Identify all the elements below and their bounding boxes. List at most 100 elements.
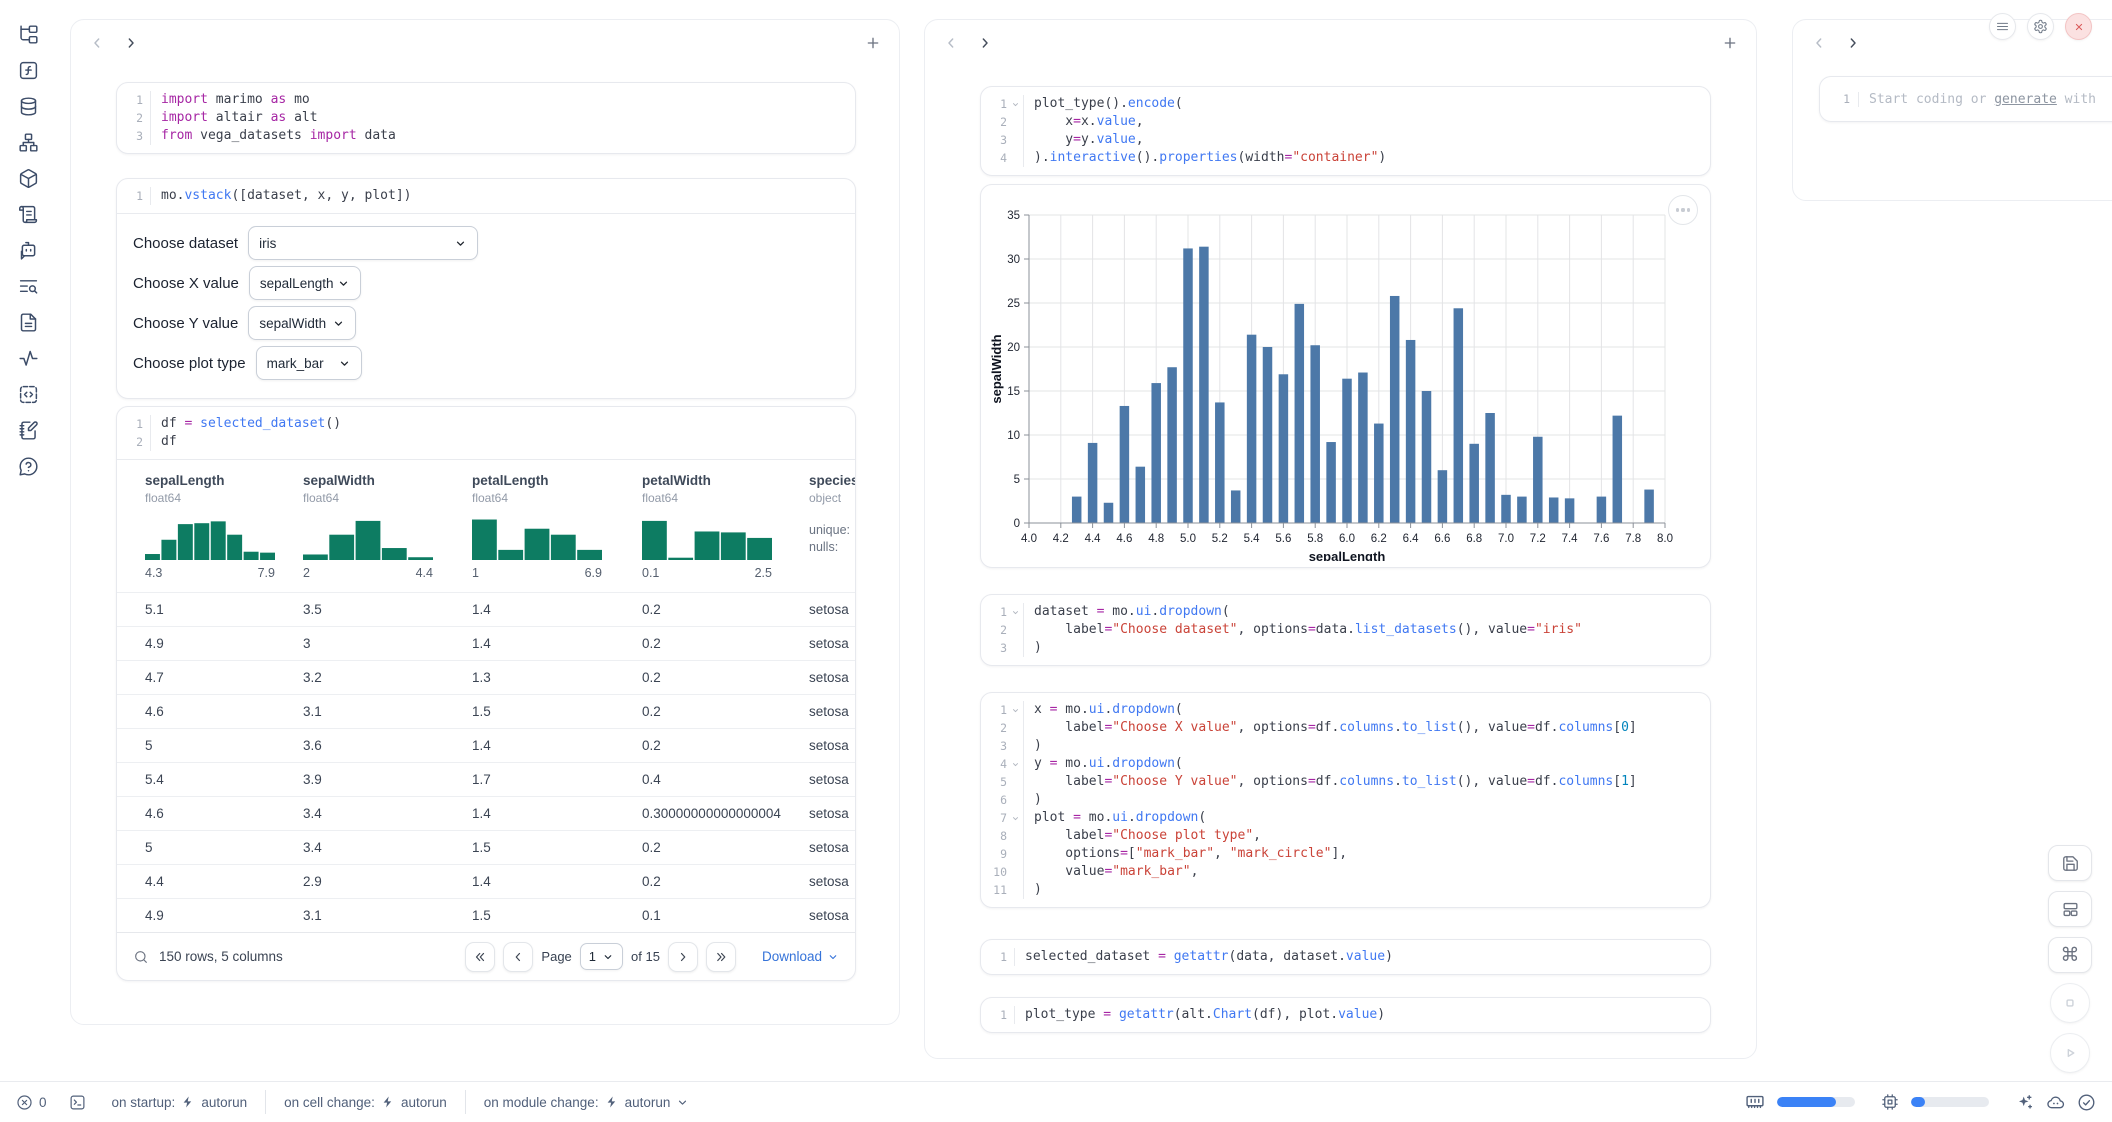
fold-toggle-icon[interactable] [1007, 701, 1023, 719]
generate-link[interactable]: generate [1994, 92, 2057, 107]
table-column-header[interactable]: sepalLengthfloat644.37.9 [145, 472, 303, 582]
fold-toggle-icon[interactable] [1007, 95, 1023, 113]
dependency-graph-icon [18, 132, 39, 153]
column-next-icon[interactable] [977, 35, 993, 51]
fold-toggle-icon[interactable] [1007, 809, 1023, 827]
menu-button[interactable] [1989, 13, 2016, 40]
stop-button[interactable] [2050, 983, 2090, 1023]
sparkles-button[interactable] [2015, 1093, 2034, 1112]
download-button[interactable]: Download [762, 949, 839, 964]
play-button[interactable] [2050, 1033, 2090, 1073]
table-cell: 0.30000000000000004 [642, 806, 809, 821]
table-column-header[interactable]: sepalWidthfloat6424.4 [303, 472, 472, 582]
runtime-config-item[interactable]: on cell change: autorun [284, 1095, 447, 1110]
code-line: from vega_datasets import data [150, 127, 855, 145]
cell-vstack[interactable]: 1mo.vstack([dataset, x, y, plot]) Choose… [116, 178, 856, 399]
cloud-bot-button[interactable] [2046, 1093, 2065, 1112]
command-palette-button[interactable]: ⌘ [2048, 937, 2092, 973]
column-prev-icon[interactable] [89, 35, 105, 51]
runtime-config: on startup: autorun on cell change: auto… [112, 1090, 690, 1114]
cell-plot-type[interactable]: 1plot_type = getattr(alt.Chart(df), plot… [980, 997, 1711, 1033]
table-cell: 0.2 [642, 840, 809, 855]
cell-imports[interactable]: 1import marimo as mo2import altair as al… [116, 82, 856, 154]
last-page-button[interactable] [706, 942, 736, 972]
sidebar-documentation-button[interactable] [17, 311, 39, 333]
help-icon [18, 456, 39, 477]
line-number: 8 [981, 827, 1007, 845]
sidebar-dependency-graph-button[interactable] [17, 131, 39, 153]
search-icon[interactable] [133, 949, 149, 965]
table-cell: 3.9 [303, 772, 472, 787]
save-icon [2061, 854, 2080, 873]
tracing-icon [18, 348, 39, 369]
cell-dataset-dropdown[interactable]: 1dataset = mo.ui.dropdown(2 label="Choos… [980, 594, 1711, 666]
column-next-icon[interactable] [123, 35, 139, 51]
table-cell: 0.2 [642, 874, 809, 889]
sidebar-file-tree-button[interactable] [17, 23, 39, 45]
prev-page-button[interactable] [503, 942, 533, 972]
notebook-column-3: 1 Start coding or generate with [1792, 19, 2112, 201]
sidebar-tracing-button[interactable] [17, 347, 39, 369]
selected-value: sepalWidth [259, 316, 326, 331]
table-cell: 3 [303, 636, 472, 651]
runtime-config-item[interactable]: on startup: autorun [112, 1095, 248, 1110]
runtime-config-item[interactable]: on module change: autorun [484, 1095, 690, 1110]
svg-text:6.4: 6.4 [1403, 533, 1420, 545]
column-next-icon[interactable] [1845, 35, 1861, 51]
page-select[interactable]: 1 [580, 943, 623, 970]
chevron-down-icon [676, 1096, 689, 1109]
table-cell: 1.4 [472, 738, 642, 753]
table-column-header[interactable]: petalLengthfloat6416.9 [472, 472, 642, 582]
column-prev-icon[interactable] [1811, 35, 1827, 51]
sidebar-help-button[interactable] [17, 455, 39, 477]
cell-plot[interactable]: 1plot_type().encode(2 x=x.value,3 y=y.va… [980, 86, 1711, 176]
chat-icon [18, 240, 39, 261]
table-row: 53.41.50.2setosa [117, 830, 855, 864]
chart-output: 4.04.24.44.64.85.05.25.45.65.86.06.26.46… [980, 184, 1711, 568]
line-number: 5 [981, 773, 1007, 791]
sidebar-chat-button[interactable] [17, 239, 39, 261]
sidebar-database-button[interactable] [17, 95, 39, 117]
first-page-button[interactable] [465, 942, 495, 972]
svg-text:7.0: 7.0 [1498, 533, 1514, 545]
code-line: label="Choose Y value", options=df.colum… [1023, 773, 1710, 791]
table-column-header[interactable]: petalWidthfloat640.12.5 [642, 472, 809, 582]
add-cell-icon[interactable] [1722, 35, 1738, 51]
code-line: value="mark_bar", [1023, 863, 1710, 881]
sidebar-scratchpad-button[interactable] [17, 419, 39, 441]
terminal-button[interactable] [69, 1094, 86, 1111]
choose-plot-type-select[interactable]: mark_bar [256, 346, 362, 380]
code-line: x=x.value, [1023, 113, 1710, 131]
table-column-header[interactable]: speciesobjectunique:nulls: [809, 472, 855, 582]
sidebar-text-search-button[interactable] [17, 275, 39, 297]
sidebar-logs-button[interactable] [17, 203, 39, 225]
cell-selected-dataset[interactable]: 1selected_dataset = getattr(data, datase… [980, 939, 1711, 975]
next-page-button[interactable] [668, 942, 698, 972]
errors-indicator[interactable]: 0 [16, 1094, 47, 1111]
chart-actions-icon[interactable] [1668, 195, 1698, 225]
bar-chart[interactable]: 4.04.24.44.64.85.05.25.45.65.86.06.26.46… [989, 193, 1704, 561]
sidebar-snippets-button[interactable] [17, 383, 39, 405]
pagination: Page 1 of 15 [465, 942, 736, 972]
choose-y-value-select[interactable]: sepalWidth [248, 306, 356, 340]
choose-x-value-select[interactable]: sepalLength [249, 266, 361, 300]
sidebar-package-button[interactable] [17, 167, 39, 189]
cell-dataframe[interactable]: 1df = selected_dataset()2df sepalLengthf… [116, 406, 856, 981]
chevron-down-icon [1011, 814, 1020, 823]
code-line: ) [1023, 791, 1710, 809]
column-prev-icon[interactable] [943, 35, 959, 51]
settings-button[interactable] [2027, 13, 2054, 40]
empty-cell-editor[interactable]: 1 Start coding or generate with [1819, 76, 2112, 122]
add-cell-icon[interactable] [865, 35, 881, 51]
close-button[interactable] [2065, 13, 2092, 40]
svg-text:10: 10 [1007, 430, 1020, 442]
fold-toggle-icon[interactable] [1007, 603, 1023, 621]
code-line: ) [1023, 639, 1710, 657]
save-button[interactable] [2048, 845, 2092, 881]
line-number: 7 [981, 809, 1007, 827]
cell-xy-plot-dropdowns[interactable]: 1x = mo.ui.dropdown(2 label="Choose X va… [980, 692, 1711, 908]
sidebar-function-square-button[interactable] [17, 59, 39, 81]
fold-toggle-icon[interactable] [1007, 755, 1023, 773]
choose-dataset-select[interactable]: iris [248, 226, 478, 260]
layout-button[interactable] [2048, 891, 2092, 927]
